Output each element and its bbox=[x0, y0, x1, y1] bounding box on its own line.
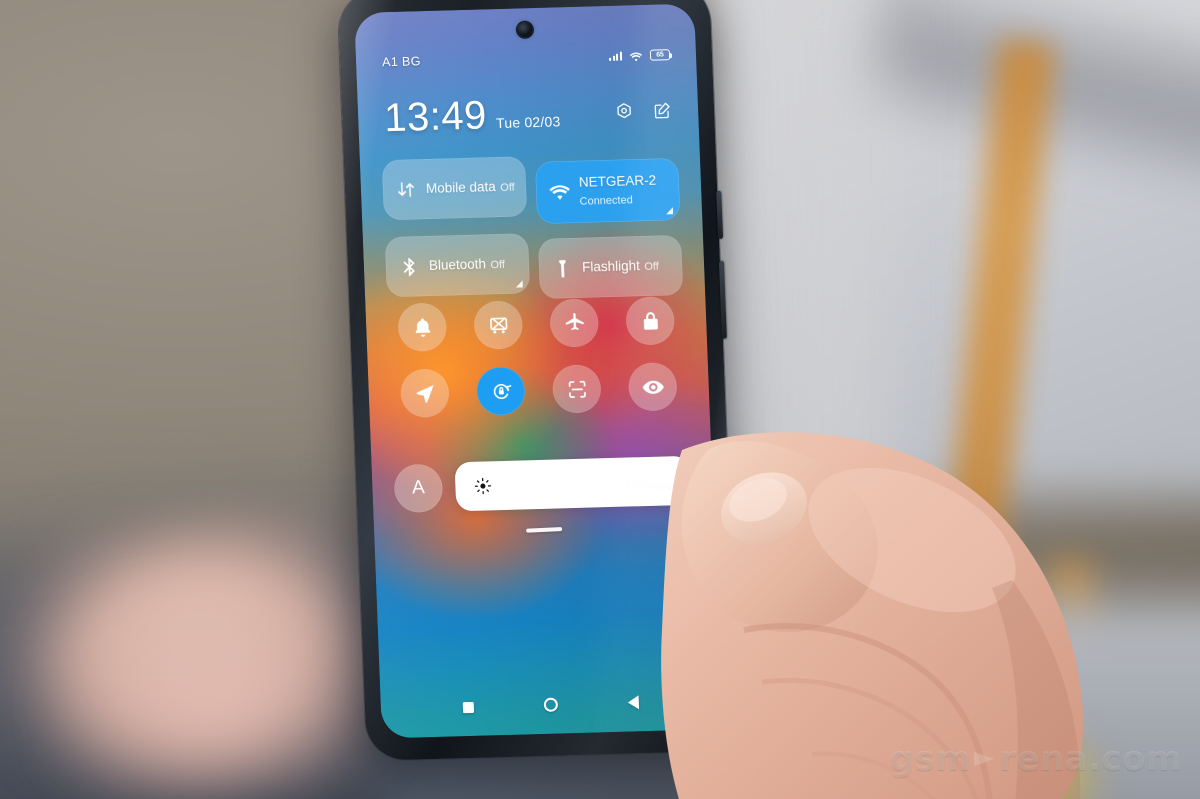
toggle-airplane-mode[interactable] bbox=[549, 298, 600, 348]
battery-icon: 65 bbox=[649, 48, 671, 61]
tile-subtitle: Off bbox=[500, 181, 515, 194]
tile-text-group: Flashlight Off bbox=[582, 257, 659, 277]
signal-bars-icon bbox=[609, 51, 623, 61]
scan-frame-icon bbox=[568, 380, 586, 398]
circle-icon bbox=[543, 697, 559, 712]
tile-subtitle: Off bbox=[644, 260, 660, 273]
eye-icon bbox=[642, 380, 664, 394]
airplane-icon bbox=[565, 312, 584, 330]
clock-date: Tue 02/03 bbox=[495, 113, 561, 132]
brightness-slider[interactable] bbox=[454, 455, 692, 512]
toggle-scanner[interactable] bbox=[551, 364, 602, 414]
tile-title: Mobile data bbox=[425, 179, 497, 197]
brightness-row: A bbox=[393, 455, 692, 513]
tile-bluetooth[interactable]: Bluetooth Off bbox=[384, 233, 531, 298]
flashlight-icon bbox=[552, 257, 574, 279]
toggle-location[interactable] bbox=[399, 368, 450, 418]
bell-icon bbox=[415, 317, 430, 337]
wifi-icon bbox=[549, 182, 571, 204]
watermark-arrow-icon bbox=[972, 746, 998, 772]
toggle-cast[interactable] bbox=[473, 300, 524, 350]
watermark-suffix: rena.com bbox=[999, 739, 1182, 779]
tile-wifi[interactable]: NETGEAR-2 Connected bbox=[535, 158, 681, 224]
cast-screen-icon bbox=[489, 317, 507, 333]
tile-expand-corner-icon[interactable] bbox=[515, 280, 523, 288]
watermark-prefix: gsm bbox=[889, 739, 972, 779]
tile-title: Flashlight bbox=[581, 258, 641, 275]
recents-button[interactable] bbox=[460, 699, 477, 715]
watermark: gsm rena.com bbox=[890, 739, 1182, 779]
triangle-icon bbox=[627, 695, 640, 710]
lock-icon bbox=[643, 311, 658, 330]
smartphone: A1 BG 65 13:49 Tue 02/03 Mobile data Off… bbox=[337, 0, 739, 761]
tile-text-group: NETGEAR-2 Connected bbox=[578, 171, 669, 209]
tile-title: NETGEAR-2 bbox=[578, 172, 657, 190]
tile-subtitle: Connected bbox=[579, 194, 634, 208]
gear-icon[interactable] bbox=[614, 101, 635, 122]
mobile-data-icon bbox=[396, 179, 418, 201]
bluetooth-icon bbox=[399, 256, 421, 278]
tile-title: Bluetooth bbox=[428, 256, 487, 274]
toggle-silent-mode[interactable] bbox=[397, 302, 448, 352]
phone-screen[interactable]: A1 BG 65 13:49 Tue 02/03 Mobile data Off… bbox=[354, 3, 722, 739]
background-blurred-hand-fingers bbox=[60, 600, 380, 799]
wifi-icon bbox=[629, 49, 643, 62]
tile-text-group: Mobile data Off bbox=[426, 178, 515, 198]
auto-brightness-icon[interactable]: A bbox=[393, 463, 444, 513]
tile-subtitle: Off bbox=[490, 258, 506, 272]
clock-group: 13:49 Tue 02/03 bbox=[383, 93, 561, 141]
status-bar-icons: 65 bbox=[609, 48, 671, 62]
clock-time: 13:49 bbox=[383, 93, 488, 141]
home-button[interactable] bbox=[543, 697, 560, 713]
back-button[interactable] bbox=[625, 694, 642, 710]
toggle-reading-mode[interactable] bbox=[627, 362, 678, 412]
quick-settings-tiles: Mobile data Off NETGEAR-2 Connected Blue… bbox=[381, 152, 684, 303]
location-arrow-icon bbox=[415, 384, 434, 403]
toggle-screen-lock[interactable] bbox=[625, 296, 676, 346]
screenshot-canvas: A1 BG 65 13:49 Tue 02/03 Mobile data Off… bbox=[0, 0, 1200, 799]
panel-action-icons bbox=[614, 100, 673, 122]
tile-expand-corner-icon[interactable] bbox=[665, 207, 674, 215]
auto-rotate-lock-icon bbox=[493, 383, 511, 399]
sun-icon bbox=[473, 476, 493, 496]
battery-level-label: 65 bbox=[656, 50, 664, 59]
square-icon bbox=[462, 701, 474, 713]
edit-icon[interactable] bbox=[652, 100, 673, 121]
tile-text-group: Bluetooth Off bbox=[429, 255, 506, 275]
clock-row: 13:49 Tue 02/03 bbox=[357, 81, 699, 146]
toggle-auto-rotate[interactable] bbox=[475, 366, 526, 416]
auto-brightness-label: A bbox=[411, 477, 426, 499]
tile-flashlight[interactable]: Flashlight Off bbox=[537, 234, 684, 299]
carrier-label: A1 BG bbox=[381, 54, 422, 70]
tile-mobile-data[interactable]: Mobile data Off bbox=[381, 156, 528, 221]
toggle-circles bbox=[387, 296, 687, 418]
